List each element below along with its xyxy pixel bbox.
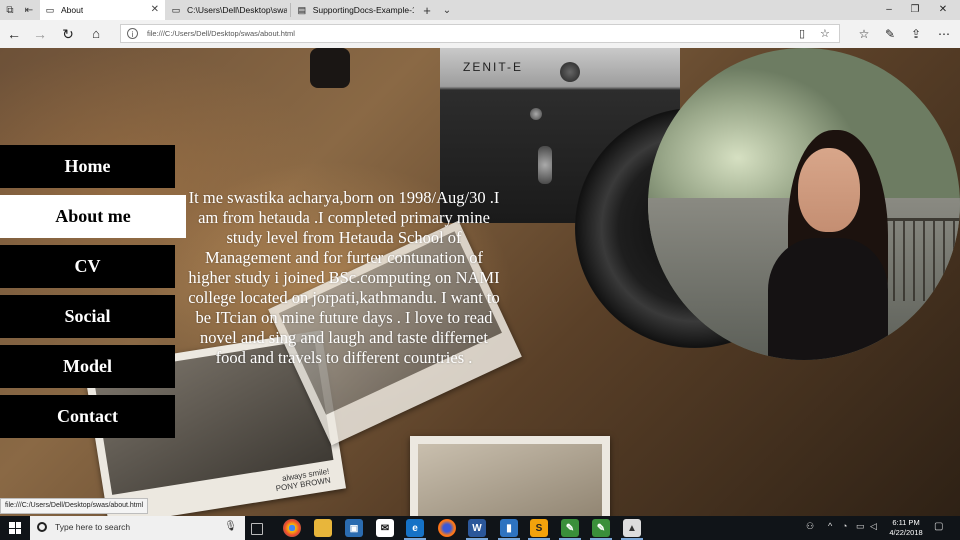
- web-note-pen-icon[interactable]: ✎: [882, 26, 898, 42]
- mail-icon[interactable]: ✉: [376, 519, 394, 537]
- tab-title: SupportingDocs-Example-1: [312, 5, 414, 15]
- set-aside-tabs-icon[interactable]: ⇤: [22, 3, 36, 17]
- page-icon: ▭: [171, 4, 181, 15]
- nav-item-home[interactable]: Home: [0, 145, 175, 188]
- sublime-text-icon[interactable]: S: [528, 519, 550, 540]
- camera-knob-decoration: [530, 108, 542, 120]
- browser-tab-strip: ⧉ ⇤ ▭ About ✕ ▭ C:\Users\Dell\Desktop\sw…: [0, 0, 960, 20]
- firefox-icon[interactable]: [438, 519, 456, 537]
- nav-item-cv[interactable]: CV: [0, 245, 175, 288]
- polaroid-caption: always smile! PONY BROWN: [275, 466, 332, 494]
- nav-item-about-me[interactable]: About me: [0, 195, 186, 238]
- volume-icon[interactable]: ◁: [870, 521, 877, 532]
- clock-time: 6:11 PM: [892, 518, 920, 527]
- tab-separator: [290, 3, 291, 17]
- nav-item-contact[interactable]: Contact: [0, 395, 175, 438]
- new-tab-icon[interactable]: +: [420, 3, 434, 18]
- clock-date: 4/22/2018: [889, 528, 923, 537]
- tab-about[interactable]: ▭ About ✕: [40, 0, 165, 20]
- file-explorer-icon[interactable]: [314, 519, 332, 537]
- camera-strap-decoration: [310, 48, 350, 88]
- taskbar-search-box[interactable]: Type here to search 🎙: [30, 516, 245, 540]
- page-icon: ▭: [45, 4, 55, 15]
- cortana-icon: [37, 522, 47, 532]
- tab-overview-icon[interactable]: ⧉: [3, 3, 17, 17]
- tab-preview-chevron-icon[interactable]: ⌄: [440, 3, 454, 17]
- photos-icon[interactable]: ▲: [621, 519, 643, 540]
- action-center-icon[interactable]: ▢: [934, 521, 943, 532]
- nav-item-social[interactable]: Social: [0, 295, 175, 338]
- battery-icon[interactable]: ▭: [856, 521, 865, 532]
- favorite-star-icon[interactable]: ☆: [820, 27, 830, 40]
- back-arrow-icon[interactable]: ←: [6, 26, 22, 42]
- notepad-plus-icon-2[interactable]: ✎: [590, 519, 612, 540]
- document-icon: ▤: [297, 4, 307, 15]
- task-view-icon[interactable]: [251, 523, 263, 535]
- nav-item-model[interactable]: Model: [0, 345, 175, 388]
- browser-toolbar: ← → ↻ ⌂ i file:///C:/Users/Dell/Desktop/…: [0, 20, 960, 49]
- word-icon[interactable]: W: [466, 519, 488, 540]
- people-icon[interactable]: ⚇: [806, 521, 814, 532]
- status-url-tooltip: file:///C:/Users/Dell/Desktop/swas/about…: [0, 498, 149, 514]
- windows-taskbar: Type here to search 🎙 ▣ ✉ e W ▮ S ✎ ✎ ▲ …: [0, 516, 960, 540]
- start-button[interactable]: [0, 516, 30, 540]
- minimize-button[interactable]: –: [880, 3, 898, 17]
- more-menu-icon[interactable]: ⋯: [936, 26, 952, 42]
- app-window-icon[interactable]: ▮: [498, 519, 520, 540]
- network-icon[interactable]: ◔: [842, 521, 847, 531]
- chrome-icon[interactable]: [283, 519, 301, 537]
- profile-photo: [648, 48, 960, 360]
- favorites-hub-icon[interactable]: ☆: [856, 26, 872, 42]
- about-me-text: It me swastika acharya,born on 1998/Aug/…: [188, 188, 500, 367]
- close-window-button[interactable]: ✕: [934, 3, 952, 17]
- share-icon[interactable]: ⇪: [908, 26, 924, 42]
- camera-lever-decoration: [538, 146, 552, 184]
- tab-title: C:\Users\Dell\Desktop\swas: [187, 5, 287, 15]
- tab-supportingdocs[interactable]: ▤ SupportingDocs-Example-1: [292, 0, 414, 20]
- restore-button[interactable]: ❐: [906, 3, 924, 17]
- search-placeholder: Type here to search: [55, 522, 131, 532]
- address-url[interactable]: file:///C:/Users/Dell/Desktop/swas/about…: [147, 29, 295, 38]
- polaroid-eiffel-photo-decoration: [410, 436, 610, 516]
- tab-title: About: [61, 5, 84, 15]
- show-hidden-icons-chevron-icon[interactable]: ^: [828, 521, 832, 531]
- close-tab-icon[interactable]: ✕: [151, 4, 159, 15]
- side-navigation: Home About me CV Social Model Contact: [0, 145, 186, 445]
- tab-folder[interactable]: ▭ C:\Users\Dell\Desktop\swas: [166, 0, 288, 20]
- store-icon[interactable]: ▣: [345, 519, 363, 537]
- page-content: ZENIT-E always smile! PONY BROWN Home Ab…: [0, 48, 960, 516]
- microphone-icon[interactable]: 🎙: [224, 521, 237, 532]
- windows-logo-icon: [9, 522, 21, 534]
- refresh-icon[interactable]: ↻: [60, 26, 76, 42]
- camera-dial-decoration: [560, 62, 580, 82]
- edge-icon[interactable]: e: [404, 519, 426, 540]
- address-bar[interactable]: i file:///C:/Users/Dell/Desktop/swas/abo…: [120, 24, 840, 43]
- forward-arrow-icon[interactable]: →: [32, 26, 48, 42]
- camera-brand-text: ZENIT-E: [463, 60, 524, 74]
- home-icon[interactable]: ⌂: [88, 26, 104, 42]
- reading-view-icon[interactable]: ▯: [799, 27, 805, 40]
- info-icon[interactable]: i: [127, 28, 138, 39]
- system-clock[interactable]: 6:11 PM 4/22/2018: [885, 518, 927, 538]
- notepad-plus-icon[interactable]: ✎: [559, 519, 581, 540]
